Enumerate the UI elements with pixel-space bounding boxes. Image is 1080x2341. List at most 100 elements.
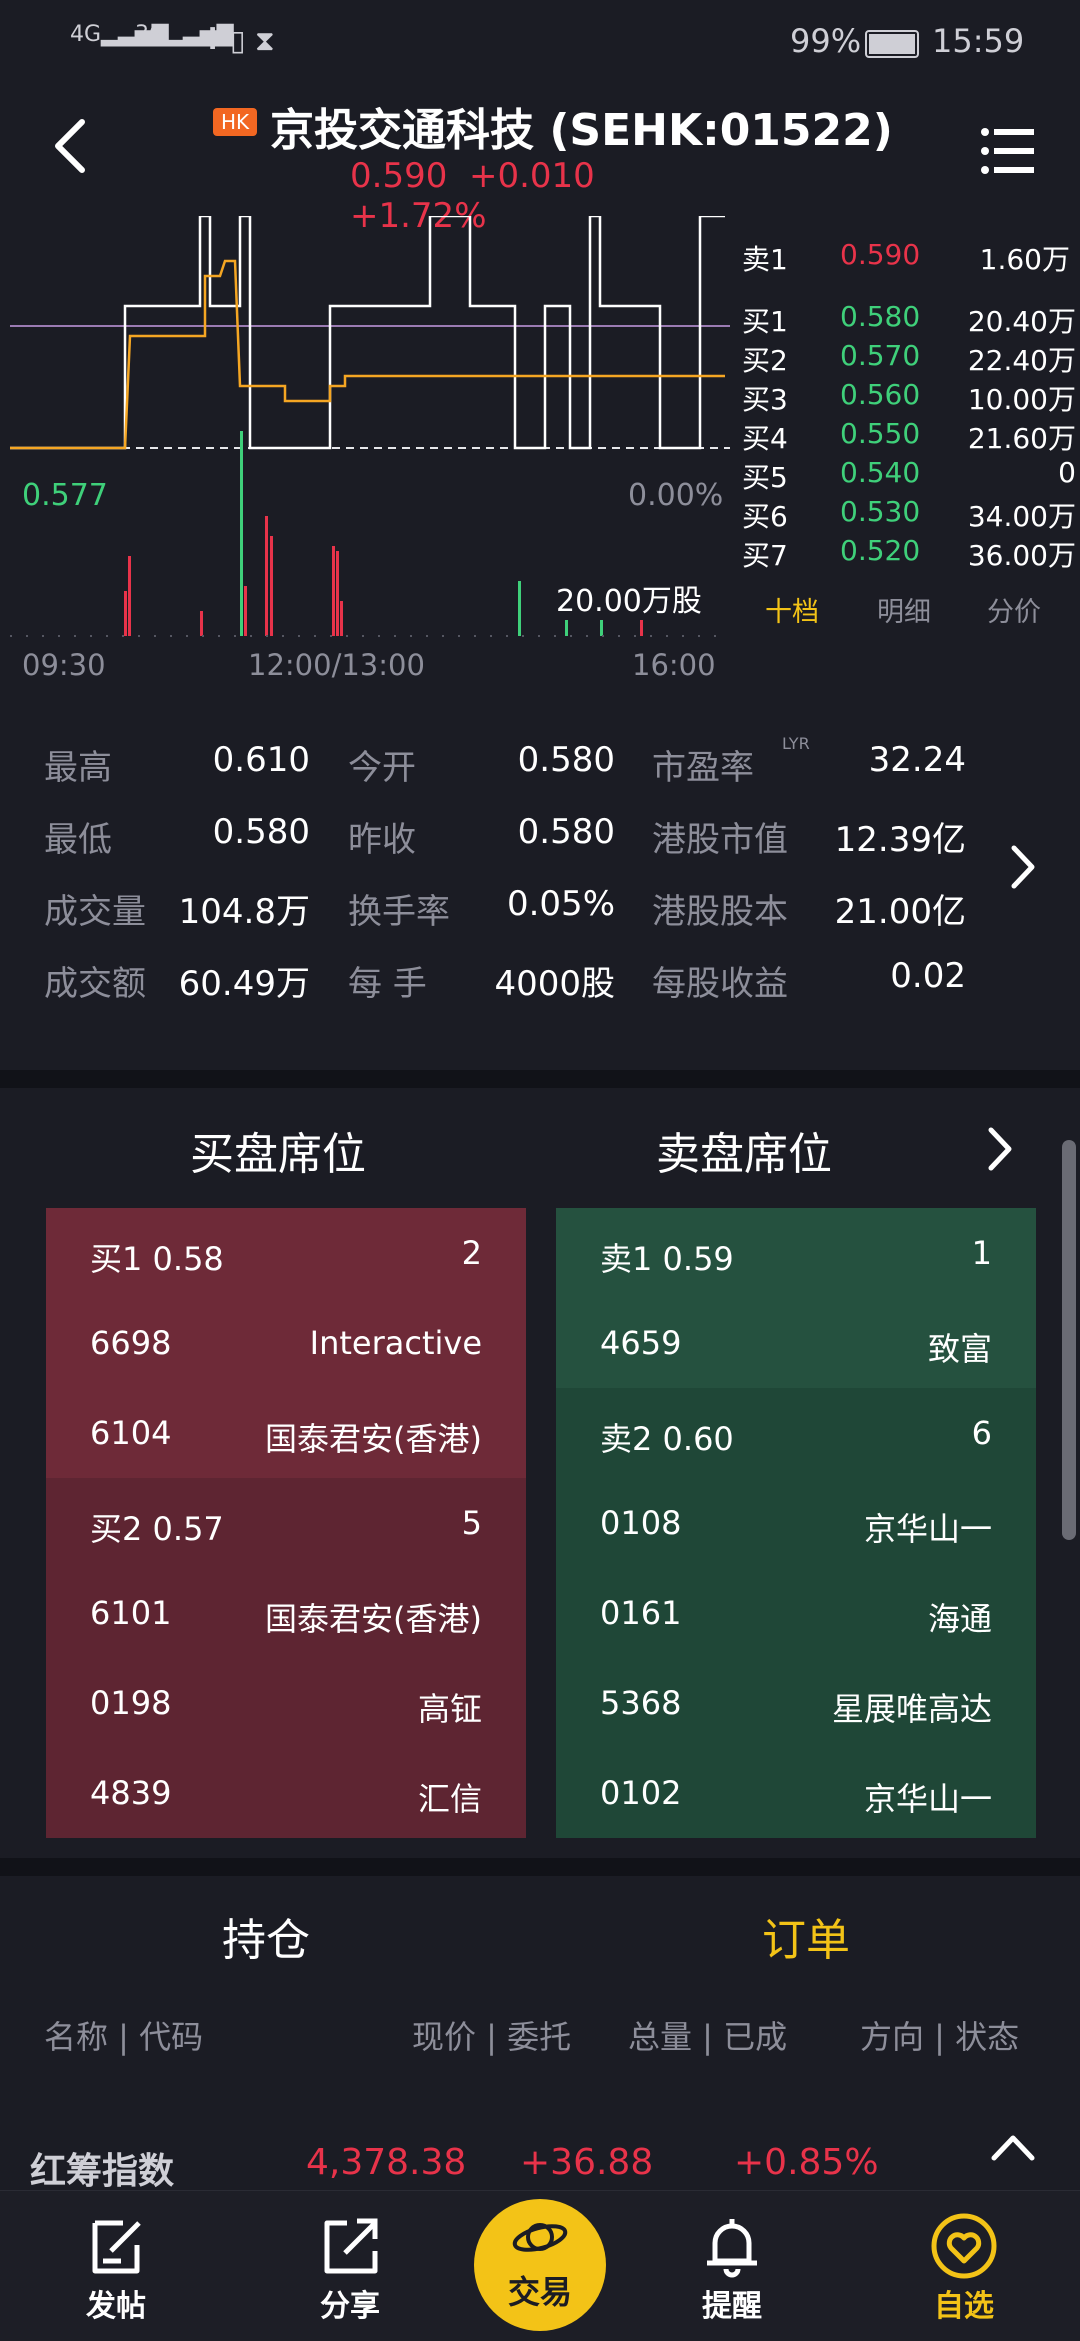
ticker-index-value: 4,378.38 xyxy=(306,2142,467,2183)
bid-row: 买7 0.520 36.00万 xyxy=(740,534,1080,572)
average-line xyxy=(10,259,725,450)
chevron-left-icon xyxy=(55,119,85,173)
more-stats-button[interactable] xyxy=(1008,842,1038,896)
seat-code: 5368 xyxy=(600,1684,682,1722)
bid-volume: 10.00万 xyxy=(967,383,1076,416)
seat-row: 5368 星展唯高达 xyxy=(556,1658,1036,1748)
market-badge: HK xyxy=(213,108,258,136)
stat-label: 每 手 xyxy=(348,964,427,1004)
tab-orders[interactable]: 订单 xyxy=(762,1904,850,1968)
nav-watchlist[interactable]: 自选 xyxy=(884,2211,1044,2325)
tab-price-distribution[interactable]: 分价 xyxy=(987,590,1041,629)
nav-trade[interactable]: 交易 xyxy=(474,2199,606,2331)
seat-code: 4839 xyxy=(90,1774,172,1812)
heart-circle-icon xyxy=(931,2213,997,2279)
stock-header: HK 京投交通科技 (SEHK:01522) 0.590 +0.010 +1.7… xyxy=(0,86,1080,236)
intraday-chart[interactable]: 0.577 0.00% 20.00万股 09:30 12:00/13:00 16… xyxy=(0,214,730,686)
bid-price: 0.550 xyxy=(840,417,921,450)
stock-stats[interactable]: 最高 0.610 今开 0.580 市盈率 LYR 32.24 最低 0.580… xyxy=(0,720,1080,1060)
planet-icon xyxy=(512,2223,568,2252)
seat-row: 4839 汇信 xyxy=(46,1748,526,1838)
battery-percent: 99% xyxy=(790,22,862,60)
stat-value: 32.24 xyxy=(868,740,966,780)
tab-details[interactable]: 明细 xyxy=(877,590,931,629)
ticker-index-name: 红筹指数 xyxy=(30,2151,175,2190)
bid-price: 0.570 xyxy=(840,339,921,372)
seat-row: 买1 0.58 2 xyxy=(46,1208,526,1298)
stat-label: 港股股本 xyxy=(652,892,788,932)
bid-row: 买5 0.540 0 xyxy=(740,456,1080,494)
list-menu-icon xyxy=(981,128,1034,174)
tab-ten-levels[interactable]: 十档 xyxy=(765,590,819,629)
back-button[interactable] xyxy=(50,116,90,180)
status-bar: 4G▂▃▅▇ 3G▂▃▅▇ ✱ ▯ ⧗ 99% 15:59 xyxy=(0,0,1080,86)
bid-label: 买4 xyxy=(742,422,788,455)
seat-name: Interactive xyxy=(309,1324,482,1362)
seat-code: 0108 xyxy=(600,1504,682,1542)
ticker-index-change: +36.88 xyxy=(520,2142,654,2183)
seat-name: 海通 xyxy=(927,1600,992,1638)
nav-post[interactable]: 发帖 xyxy=(36,2211,196,2325)
stat-value: 4000股 xyxy=(494,964,615,1004)
bid-label: 买6 xyxy=(742,500,788,533)
clock: 15:59 xyxy=(932,22,1025,60)
seat-row: 6101 国泰君安(香港) xyxy=(46,1568,526,1658)
stat-value: 0.580 xyxy=(212,812,310,852)
seat-name: 1 xyxy=(971,1234,992,1272)
scrollbar[interactable] xyxy=(1062,1140,1076,1540)
tab-holdings[interactable]: 持仓 xyxy=(222,1904,310,1968)
battery-icon xyxy=(865,30,919,58)
index-ticker[interactable]: 红筹指数 4,378.38 +36.88 +0.85% xyxy=(0,2110,1080,2190)
seat-name: 国泰君安(香港) xyxy=(265,1420,482,1458)
nav-trade-label: 交易 xyxy=(507,2273,572,2311)
seats-more-button[interactable] xyxy=(985,1124,1015,1178)
time-label-lunch: 12:00/13:00 xyxy=(248,648,425,682)
section-divider xyxy=(0,1070,1080,1088)
seat-name: 2 xyxy=(461,1234,482,1272)
positions-section: 持仓 订单 名称 | 代码 现价 | 委托 总量 | 已成 方向 | 状态 xyxy=(0,1876,1080,2110)
bid-label: 买7 xyxy=(742,539,788,572)
seat-name: 6 xyxy=(971,1414,992,1452)
stock-title: 京投交通科技 (SEHK:01522) xyxy=(270,105,893,156)
buy-seats-panel: 买1 0.58 2 6698 Interactive 6104 国泰君安(香港) 买2… xyxy=(46,1208,526,1838)
bid-row: 买2 0.570 22.40万 xyxy=(740,339,1080,377)
bid-label: 买5 xyxy=(742,461,788,494)
ask-volume: 1.60万 xyxy=(979,243,1070,276)
seat-code: 6101 xyxy=(90,1594,172,1632)
bid-volume: 36.00万 xyxy=(967,539,1076,572)
bid-row: 买1 0.580 20.40万 xyxy=(740,300,1080,338)
sell-seats-title: 卖盘席位 xyxy=(656,1129,832,1180)
seat-code: 0198 xyxy=(90,1684,172,1722)
seat-row: 卖1 0.59 1 xyxy=(556,1208,1036,1298)
seat-name: 致富 xyxy=(927,1330,992,1368)
bid-label: 买2 xyxy=(742,344,788,377)
seat-code: 4659 xyxy=(600,1324,682,1362)
menu-button[interactable] xyxy=(980,126,1036,180)
col-name-code: 名称 | 代码 xyxy=(44,2018,204,2056)
bid-row: 买3 0.560 10.00万 xyxy=(740,378,1080,416)
ask-label: 卖1 xyxy=(742,243,788,276)
chevron-right-icon xyxy=(1011,845,1035,889)
seat-code: 6698 xyxy=(90,1324,172,1362)
seat-name: 星展唯高达 xyxy=(831,1690,992,1728)
stat-label: 港股市值 xyxy=(652,820,788,860)
ticker-index-pct: +0.85% xyxy=(734,2142,879,2183)
ask-price: 0.590 xyxy=(840,238,921,271)
hourglass-icon: ⧗ xyxy=(255,24,275,57)
stat-value: 0.580 xyxy=(517,740,615,780)
vibrate-icon: ▯ xyxy=(230,24,246,57)
seat-row: 0102 京华山一 xyxy=(556,1748,1036,1838)
network-3g-label: 3G xyxy=(135,22,167,47)
time-label-close: 16:00 xyxy=(632,648,716,682)
order-book[interactable]: 卖1 0.590 1.60万 买1 0.580 20.40万 买2 0.570 … xyxy=(740,210,1080,640)
seat-row: 0161 海通 xyxy=(556,1568,1036,1658)
buy-seats-title: 买盘席位 xyxy=(190,1129,366,1180)
ticker-expand-button[interactable] xyxy=(988,2130,1038,2168)
nav-share[interactable]: 分享 xyxy=(270,2211,430,2325)
nav-post-label: 发帖 xyxy=(86,2289,146,2324)
nav-watchlist-label: 自选 xyxy=(934,2289,994,2324)
bid-price: 0.530 xyxy=(840,495,921,528)
bid-label: 买1 xyxy=(742,305,788,338)
stat-label: 昨收 xyxy=(348,820,416,860)
nav-alert[interactable]: 提醒 xyxy=(652,2211,812,2325)
